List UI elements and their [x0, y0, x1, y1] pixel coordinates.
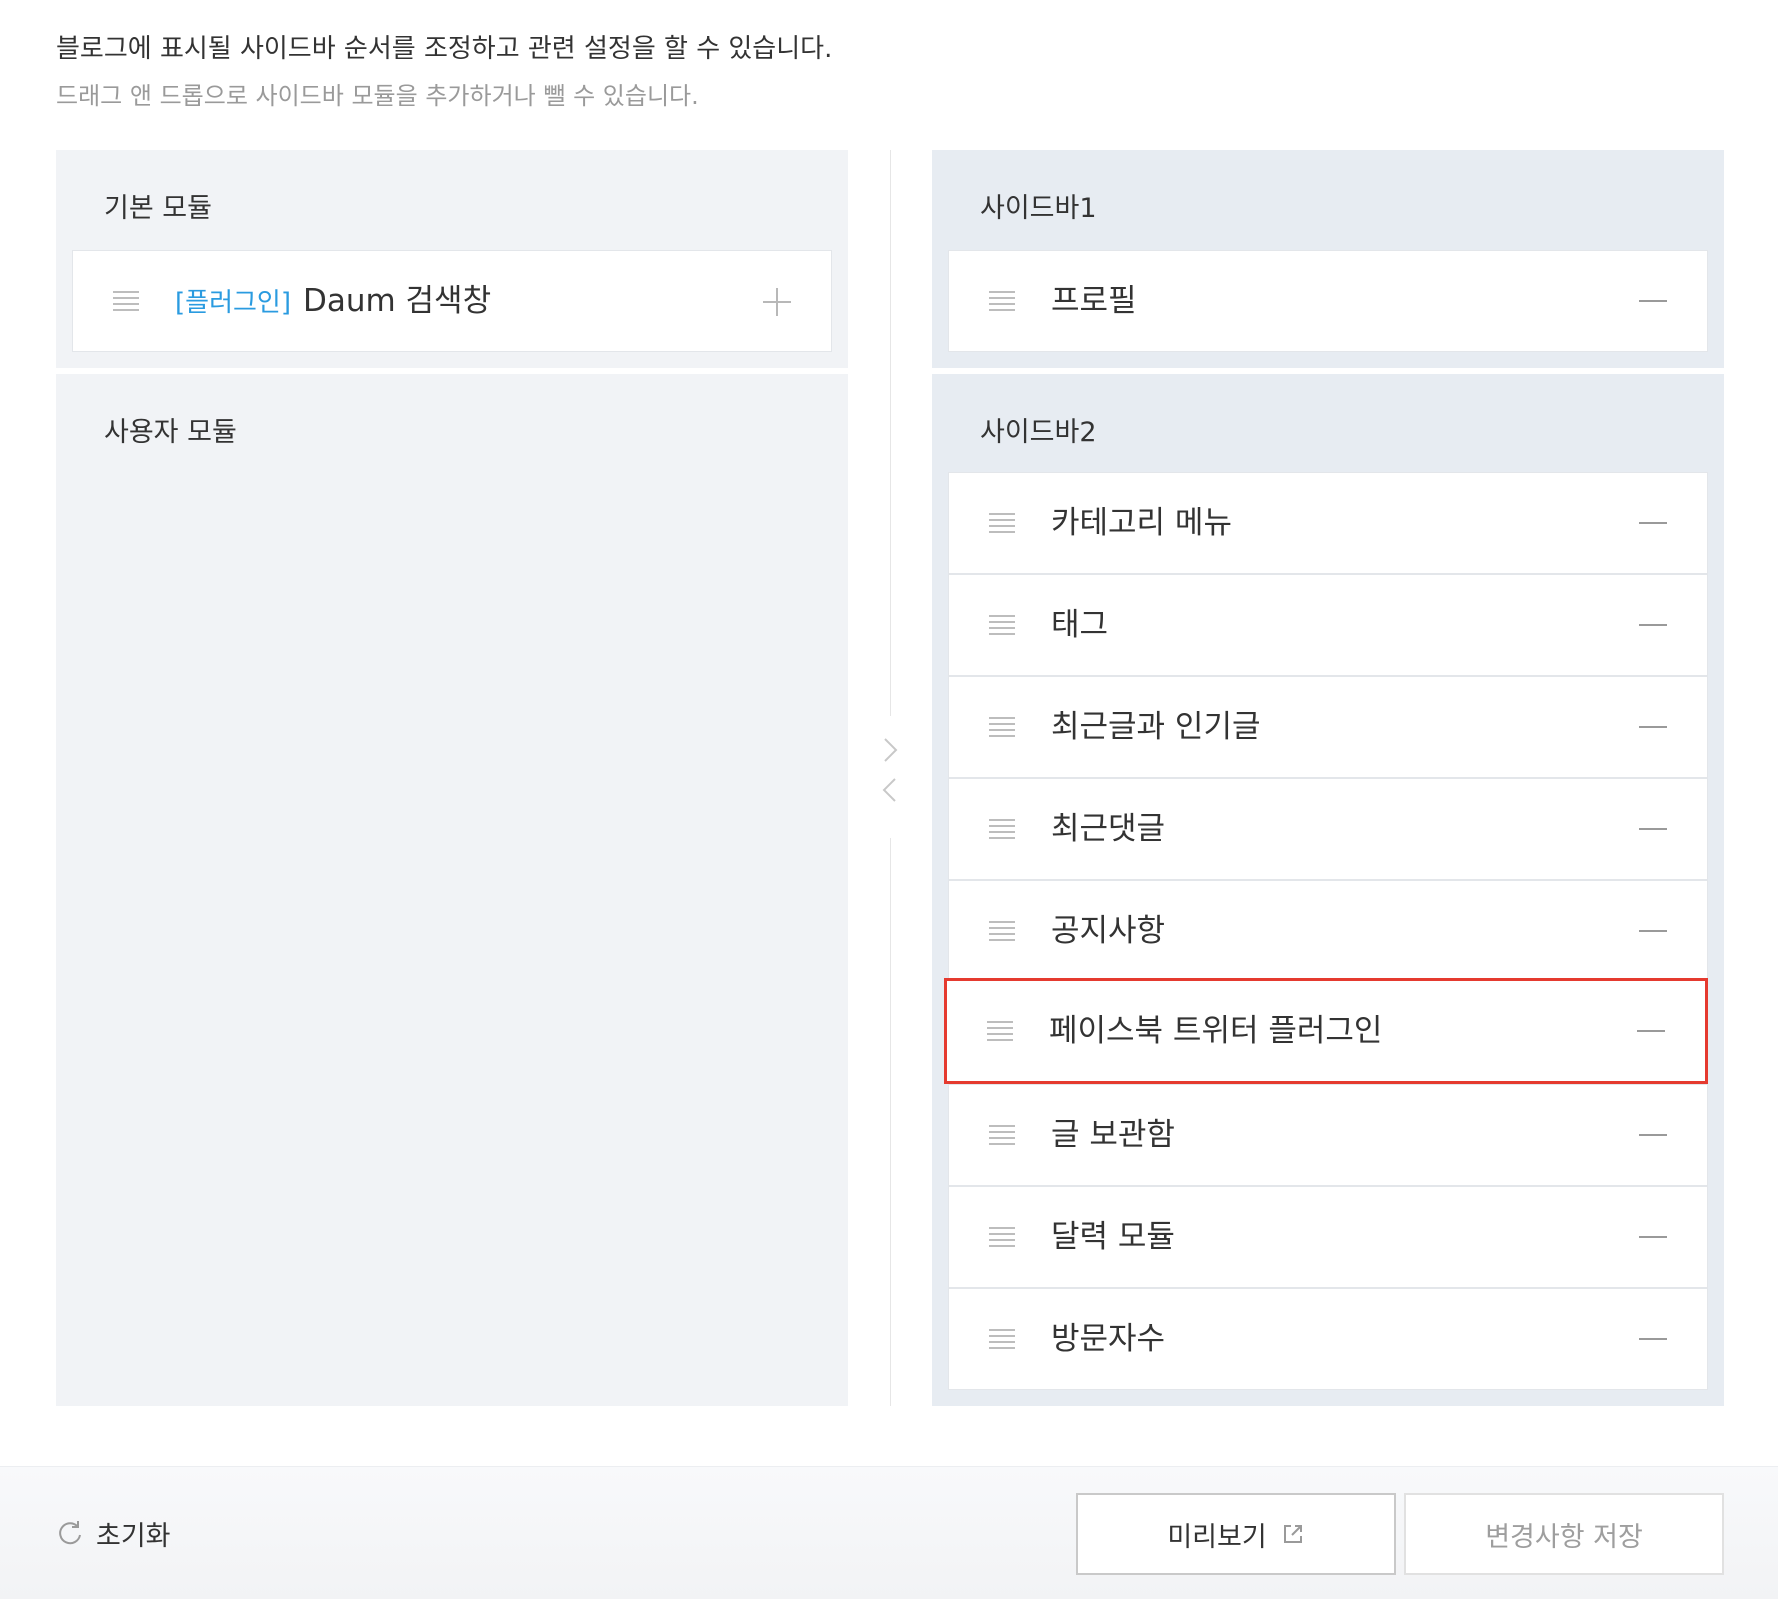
module-name: 최근댓글	[1051, 811, 1166, 847]
module-name: 글 보관함	[1051, 1117, 1175, 1153]
plus-icon[interactable]	[763, 288, 791, 316]
refresh-icon	[59, 1521, 81, 1545]
minus-icon[interactable]	[1639, 522, 1667, 524]
sidebar2-panel: 사이드바2 카테고리 메뉴 태그 최근글과 인기글 최근댓글 공지사항 페이스북…	[932, 374, 1724, 1406]
sidebar-item[interactable]: 최근글과 인기글	[948, 676, 1708, 778]
sidebar1-title: 사이드바1	[980, 193, 1097, 224]
chevron-right-icon[interactable]	[876, 736, 904, 764]
module-name: 프로필	[1051, 283, 1137, 319]
drag-drop-hint: 드래그 앤 드롭으로 사이드바 모듈을 추가하거나 뺄 수 있습니다.	[56, 82, 699, 110]
column-divider	[890, 150, 891, 716]
drag-handle-icon[interactable]	[989, 1329, 1015, 1349]
sidebar-item[interactable]: 글 보관함	[948, 1084, 1708, 1186]
minus-icon[interactable]	[1639, 624, 1667, 626]
module-name: 공지사항	[1051, 913, 1166, 949]
drag-handle-icon[interactable]	[989, 291, 1015, 311]
module-name: 방문자수	[1051, 1321, 1166, 1357]
drag-handle-icon[interactable]	[989, 513, 1015, 533]
basic-modules-title: 기본 모듈	[104, 193, 212, 224]
user-modules-panel: 사용자 모듈	[56, 374, 848, 1406]
minus-icon[interactable]	[1639, 300, 1667, 302]
reset-button[interactable]: 초기화	[56, 1515, 171, 1552]
sidebar2-title: 사이드바2	[980, 417, 1097, 448]
minus-icon[interactable]	[1639, 1236, 1667, 1238]
sidebar-item[interactable]: 공지사항	[948, 880, 1708, 982]
sidebar-item-highlighted[interactable]: 페이스북 트위터 플러그인	[944, 978, 1708, 1084]
minus-icon[interactable]	[1639, 1338, 1667, 1340]
drag-handle-icon[interactable]	[989, 615, 1015, 635]
minus-icon[interactable]	[1639, 726, 1667, 728]
module-name: 카테고리 메뉴	[1051, 505, 1232, 541]
module-item-daum-search[interactable]: [플러그인] Daum 검색창	[72, 250, 832, 352]
save-label: 변경사항 저장	[1485, 1521, 1643, 1553]
sidebar-item[interactable]: 최근댓글	[948, 778, 1708, 880]
module-name: 달력 모듈	[1051, 1219, 1175, 1255]
minus-icon[interactable]	[1639, 1134, 1667, 1136]
drag-handle-icon[interactable]	[987, 1021, 1013, 1041]
module-name: Daum 검색창	[302, 283, 492, 319]
column-divider	[890, 838, 891, 1406]
drag-handle-icon[interactable]	[989, 819, 1015, 839]
sidebar1-panel: 사이드바1 프로필	[932, 150, 1724, 368]
preview-button[interactable]: 미리보기	[1076, 1493, 1396, 1575]
drag-handle-icon[interactable]	[989, 921, 1015, 941]
footer-bar: 초기화 미리보기 변경사항 저장	[0, 1466, 1778, 1599]
drag-handle-icon[interactable]	[113, 291, 139, 311]
drag-handle-icon[interactable]	[989, 1125, 1015, 1145]
module-name: 최근글과 인기글	[1051, 709, 1261, 745]
preview-label: 미리보기	[1167, 1521, 1267, 1553]
reset-label: 초기화	[96, 1520, 171, 1552]
drag-handle-icon[interactable]	[989, 717, 1015, 737]
user-modules-title: 사용자 모듈	[104, 417, 237, 448]
sidebar-item[interactable]: 태그	[948, 574, 1708, 676]
basic-modules-panel: 기본 모듈 [플러그인] Daum 검색창	[56, 150, 848, 368]
minus-icon[interactable]	[1639, 828, 1667, 830]
sidebar-item-profile[interactable]: 프로필	[948, 250, 1708, 352]
module-name: 페이스북 트위터 플러그인	[1049, 1013, 1383, 1049]
drag-handle-icon[interactable]	[989, 1227, 1015, 1247]
sidebar-item[interactable]: 방문자수	[948, 1288, 1708, 1390]
plugin-tag: [플러그인]	[175, 288, 291, 318]
settings-description: 블로그에 표시될 사이드바 순서를 조정하고 관련 설정을 할 수 있습니다.	[56, 34, 833, 64]
minus-icon[interactable]	[1637, 1030, 1665, 1032]
module-name: 태그	[1051, 607, 1109, 643]
sidebar-item[interactable]: 달력 모듈	[948, 1186, 1708, 1288]
chevron-left-icon[interactable]	[876, 776, 904, 804]
save-changes-button[interactable]: 변경사항 저장	[1404, 1493, 1724, 1575]
external-link-icon	[1283, 1525, 1302, 1543]
sidebar-item[interactable]: 카테고리 메뉴	[948, 472, 1708, 574]
minus-icon[interactable]	[1639, 930, 1667, 932]
module-item-label: [플러그인] Daum 검색창	[175, 251, 491, 351]
